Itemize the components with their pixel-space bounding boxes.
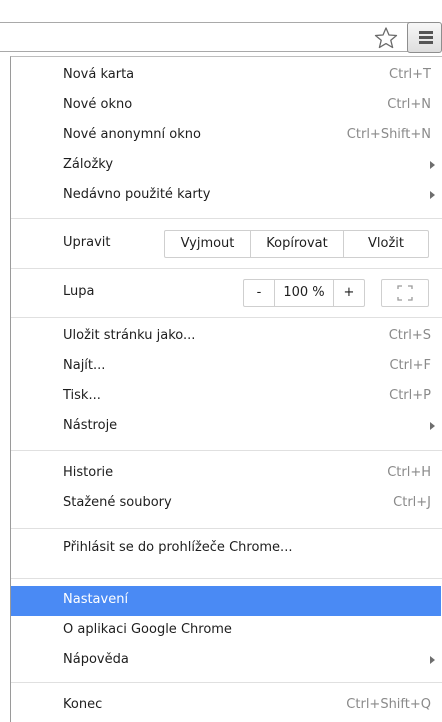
browser-toolbar <box>0 0 442 58</box>
menu-separator <box>11 578 442 579</box>
edit-label: Upravit <box>63 235 111 250</box>
edit-button-group: Vyjmout Kopírovat Vložit <box>164 230 429 258</box>
menu-item-new-incognito-window[interactable]: Nové anonymní okno Ctrl+Shift+N <box>11 121 441 151</box>
menu-item-help[interactable]: Nápověda <box>11 646 441 676</box>
menu-separator <box>11 317 442 318</box>
menu-separator <box>11 450 442 451</box>
chrome-menu: Nová karta Ctrl+T Nové okno Ctrl+N Nové … <box>10 56 442 722</box>
menu-item-tools[interactable]: Nástroje <box>11 412 441 442</box>
menu-item-sign-in[interactable]: Přihlásit se do prohlížeče Chrome... <box>11 534 441 564</box>
menu-item-exit[interactable]: Konec Ctrl+Shift+Q <box>11 691 441 721</box>
menu-separator <box>11 528 442 529</box>
zoom-label: Lupa <box>63 284 95 299</box>
menu-item-downloads[interactable]: Stažené soubory Ctrl+J <box>11 489 441 519</box>
menu-item-settings[interactable]: Nastavení <box>11 586 441 616</box>
submenu-arrow-icon <box>430 422 435 430</box>
submenu-arrow-icon <box>430 161 435 169</box>
submenu-arrow-icon <box>430 191 435 199</box>
menu-separator <box>11 268 442 269</box>
paste-button[interactable]: Vložit <box>344 231 428 257</box>
hamburger-icon <box>419 31 433 44</box>
fullscreen-icon <box>397 285 413 301</box>
submenu-arrow-icon <box>430 656 435 664</box>
zoom-in-button[interactable]: + <box>334 280 364 306</box>
zoom-level: 100 % <box>283 285 325 300</box>
zoom-out-button[interactable]: - <box>244 280 274 306</box>
chrome-menu-button[interactable] <box>407 22 442 53</box>
menu-item-bookmarks[interactable]: Záložky <box>11 151 441 181</box>
menu-item-about-chrome[interactable]: O aplikaci Google Chrome <box>11 616 441 646</box>
menu-separator <box>11 682 442 683</box>
menu-item-print[interactable]: Tisk... Ctrl+P <box>11 382 441 412</box>
address-bar[interactable] <box>0 22 410 52</box>
menu-item-recent-tabs[interactable]: Nedávno použité karty <box>11 181 441 211</box>
zoom-controls: - 100 % + <box>243 279 365 307</box>
menu-item-find[interactable]: Najít... Ctrl+F <box>11 352 441 382</box>
bookmark-star-icon[interactable] <box>372 25 400 51</box>
menu-item-new-window[interactable]: Nové okno Ctrl+N <box>11 91 441 121</box>
menu-item-save-page-as[interactable]: Uložit stránku jako... Ctrl+S <box>11 322 441 352</box>
copy-button[interactable]: Kopírovat <box>251 231 343 257</box>
menu-item-new-tab[interactable]: Nová karta Ctrl+T <box>11 61 441 91</box>
menu-separator <box>11 218 442 219</box>
menu-row-edit: Upravit Vyjmout Kopírovat Vložit <box>11 223 441 265</box>
fullscreen-button[interactable] <box>381 279 429 307</box>
menu-row-zoom: Lupa - 100 % + <box>11 273 441 313</box>
menu-item-history[interactable]: Historie Ctrl+H <box>11 459 441 489</box>
cut-button[interactable]: Vyjmout <box>165 231 250 257</box>
